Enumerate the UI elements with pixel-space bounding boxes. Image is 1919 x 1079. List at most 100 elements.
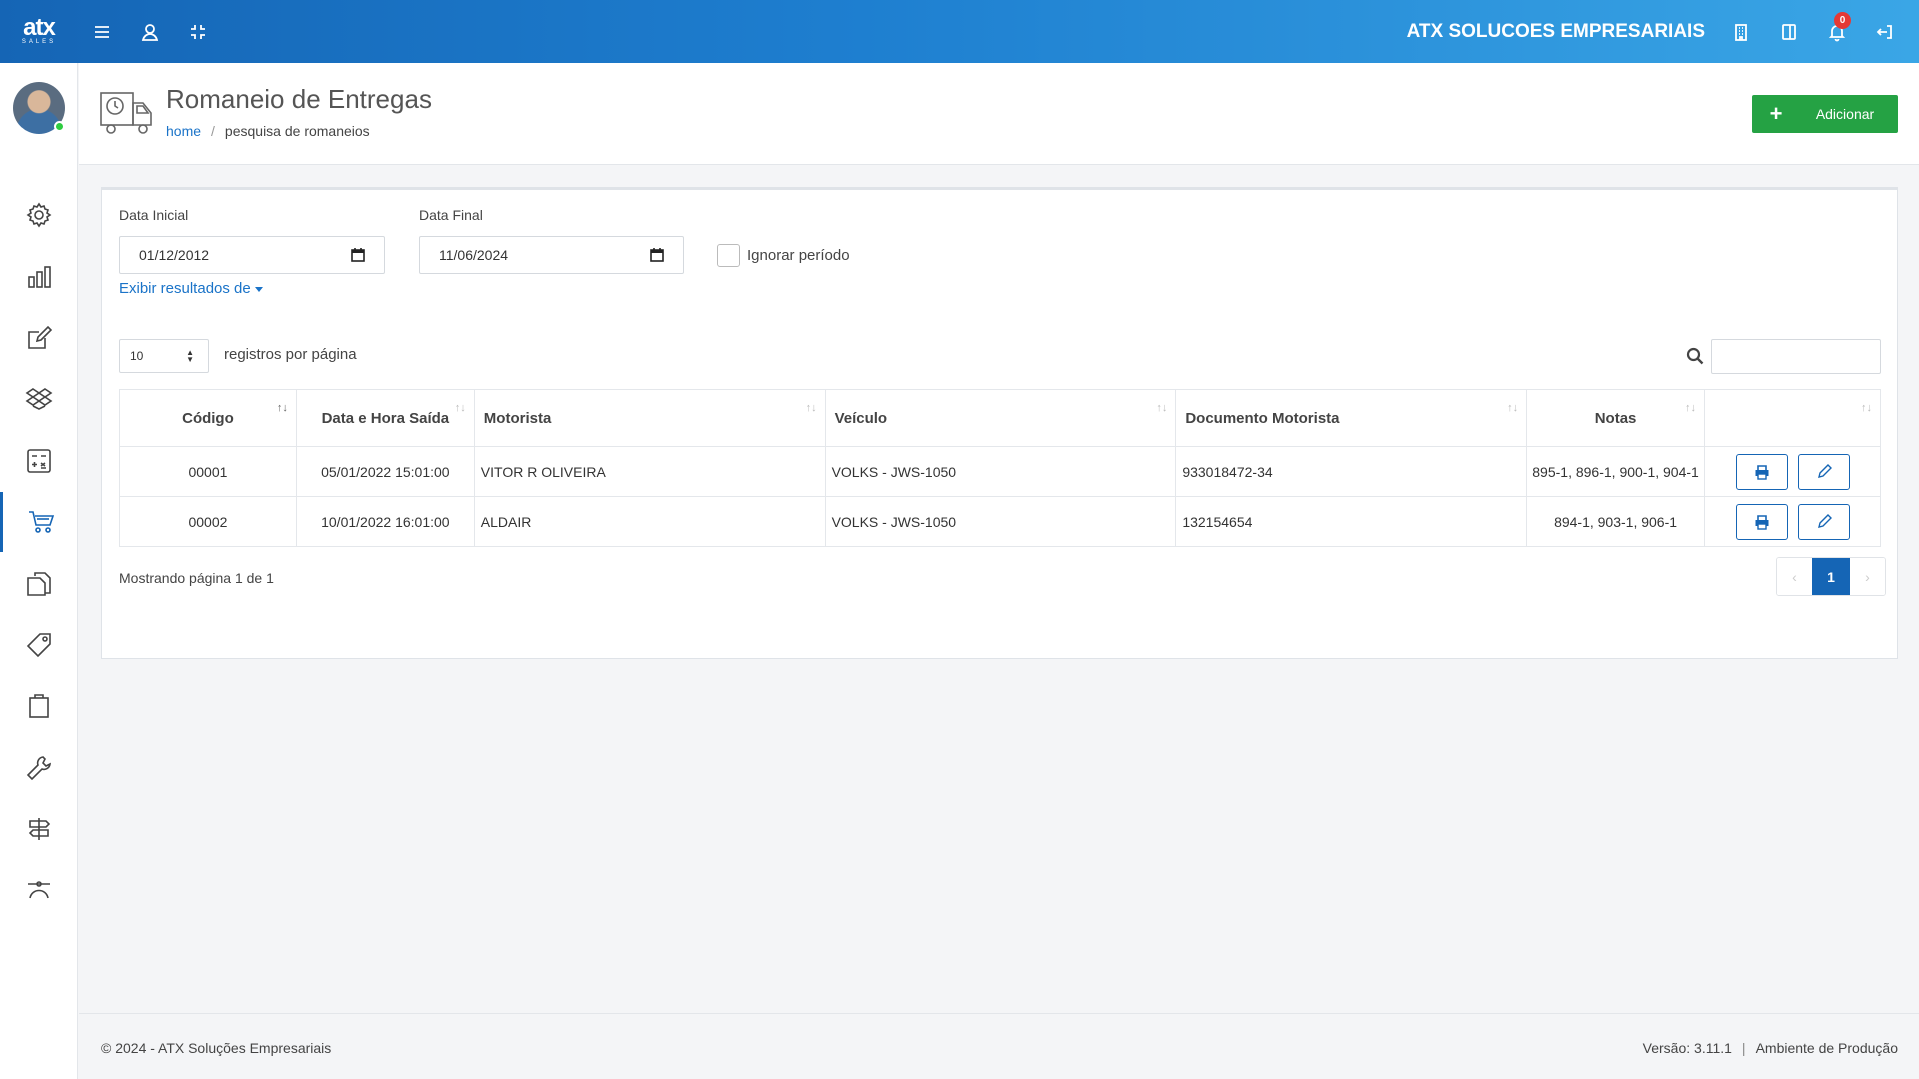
ignorar-periodo-label[interactable]: Ignorar período bbox=[747, 247, 850, 264]
sidebar-item-tags[interactable] bbox=[0, 615, 78, 675]
breadcrumb: home / pesquisa de romaneios bbox=[166, 123, 370, 139]
sort-icon: ↑↓ bbox=[1507, 402, 1519, 414]
logo-word: atx bbox=[23, 13, 56, 41]
column-header-label: Notas bbox=[1594, 409, 1637, 427]
plus-icon: + bbox=[1769, 101, 1783, 126]
sort-icon: ↑↓ bbox=[1861, 402, 1872, 414]
calendar-icon[interactable] bbox=[649, 247, 665, 263]
add-button-label: Adicionar bbox=[1815, 106, 1875, 122]
sidebar-item-orders[interactable] bbox=[0, 676, 78, 736]
print-button[interactable] bbox=[1735, 503, 1788, 540]
logout-icon[interactable] bbox=[1861, 0, 1909, 63]
sort-icon: ↑↓ bbox=[1685, 402, 1696, 414]
table-header-row: Código ↑↓ Data e Hora Saída ↑↓ Motorista ↑↓… bbox=[119, 389, 1881, 447]
sidebar-item-settings[interactable] bbox=[0, 185, 78, 245]
edit-button[interactable] bbox=[1797, 453, 1850, 490]
edit-button[interactable] bbox=[1797, 503, 1850, 540]
sidebar-item-tools[interactable] bbox=[0, 738, 78, 798]
logo-sub: SALES bbox=[21, 38, 57, 45]
cell-actions bbox=[1704, 446, 1881, 497]
next-page-button[interactable]: › bbox=[1850, 558, 1885, 595]
dropbox-icon bbox=[25, 388, 53, 410]
sort-asc-icon: ↑↓ bbox=[276, 402, 288, 414]
notification-button[interactable]: 0 bbox=[1813, 0, 1861, 63]
cell-motorista: ALDAIR bbox=[473, 496, 826, 547]
version: Versão: 3.11.1 bbox=[1642, 1040, 1732, 1056]
column-header-codigo[interactable]: Código ↑↓ bbox=[119, 389, 297, 447]
sort-arrows-icon: ▲ ▼ bbox=[186, 348, 194, 364]
wrench-icon bbox=[26, 756, 51, 781]
cell-codigo: 00001 bbox=[119, 446, 297, 497]
data-final-label: Data Final bbox=[419, 207, 483, 223]
prev-page-button[interactable]: ‹ bbox=[1777, 558, 1812, 595]
avatar[interactable] bbox=[13, 82, 65, 134]
sidebar-item-products[interactable] bbox=[0, 369, 78, 429]
sidebar-item-sales[interactable] bbox=[0, 492, 78, 552]
column-header-label: Data e Hora Saída bbox=[321, 409, 450, 427]
page-button-current[interactable]: 1 bbox=[1812, 558, 1850, 595]
cell-veiculo: VOLKS - JWS-1050 bbox=[824, 496, 1177, 547]
pagination: ‹ 1 › bbox=[1776, 557, 1886, 596]
pencil-icon bbox=[1817, 463, 1832, 478]
table-row: 00002 10/01/2022 16:01:00 ALDAIR VOLKS -… bbox=[119, 496, 1881, 547]
sidebar-item-design[interactable] bbox=[0, 860, 78, 920]
per-page-select[interactable]: 10 ▲ ▼ bbox=[119, 339, 209, 373]
pencil-icon bbox=[1817, 513, 1832, 528]
logo[interactable]: atx SALES bbox=[0, 0, 78, 63]
breadcrumb-separator: / bbox=[211, 123, 215, 139]
column-header-motorista[interactable]: Motorista ↑↓ bbox=[473, 389, 826, 447]
search-icon bbox=[1686, 347, 1704, 365]
column-header-data[interactable]: Data e Hora Saída ↑↓ bbox=[295, 389, 475, 447]
column-header-notas[interactable]: Notas ↑↓ bbox=[1526, 389, 1705, 447]
print-icon bbox=[1755, 514, 1768, 530]
sidebar-item-documents[interactable] bbox=[0, 554, 78, 614]
search-card: Data Inicial 01/12/2012 Data Final 11/06… bbox=[101, 187, 1898, 659]
data-final-input[interactable]: 11/06/2024 bbox=[419, 236, 684, 274]
building-icon[interactable] bbox=[1717, 0, 1765, 63]
pagination-info: Mostrando página 1 de 1 bbox=[119, 570, 274, 586]
cell-documento: 933018472-34 bbox=[1175, 446, 1528, 497]
print-icon bbox=[1755, 464, 1768, 480]
column-header-label: Motorista bbox=[483, 409, 552, 427]
column-header-label: Veículo bbox=[834, 409, 888, 427]
truck-icon bbox=[100, 92, 152, 134]
per-page-label: registros por página bbox=[224, 346, 357, 363]
sidebar-item-edit[interactable] bbox=[0, 308, 78, 368]
sidebar-item-reports[interactable] bbox=[0, 247, 78, 307]
panel-icon[interactable] bbox=[1765, 0, 1813, 63]
per-page-value: 10 bbox=[130, 349, 144, 363]
bar-chart-icon bbox=[28, 266, 51, 288]
column-header-veiculo[interactable]: Veículo ↑↓ bbox=[824, 389, 1177, 447]
add-button[interactable]: + Adicionar bbox=[1752, 95, 1898, 133]
cell-actions bbox=[1704, 496, 1881, 547]
column-header-actions[interactable]: ↑↓ bbox=[1704, 389, 1881, 447]
ignorar-periodo-checkbox[interactable] bbox=[717, 244, 740, 267]
search-input[interactable] bbox=[1711, 339, 1881, 374]
column-header-documento[interactable]: Documento Motorista ↑↓ bbox=[1175, 389, 1528, 447]
menu-icon[interactable] bbox=[78, 0, 126, 63]
cell-motorista: VITOR R OLIVEIRA bbox=[473, 446, 826, 497]
company-name: ATX SOLUCOES EMPRESARIAIS bbox=[1406, 20, 1705, 42]
calendar-icon[interactable] bbox=[350, 247, 366, 263]
sort-icon: ↑↓ bbox=[805, 402, 817, 414]
data-inicial-input[interactable]: 01/12/2012 bbox=[119, 236, 385, 274]
breadcrumb-home-link[interactable]: home bbox=[166, 123, 201, 139]
edit-icon bbox=[28, 325, 53, 349]
compress-icon[interactable] bbox=[174, 0, 222, 63]
column-header-label: Código bbox=[182, 409, 234, 427]
footer: © 2024 - ATX Soluções Empresariais Versã… bbox=[79, 1013, 1919, 1079]
data-inicial-label: Data Inicial bbox=[119, 207, 189, 223]
environment: Ambiente de Produção bbox=[1755, 1040, 1898, 1056]
caret-down-icon bbox=[254, 286, 263, 292]
cell-data: 05/01/2022 15:01:00 bbox=[295, 446, 475, 497]
exibir-resultados-dropdown[interactable]: Exibir resultados de bbox=[119, 280, 263, 297]
cell-data: 10/01/2022 16:01:00 bbox=[295, 496, 475, 547]
notification-badge: 0 bbox=[1834, 12, 1851, 29]
sidebar-item-routes[interactable] bbox=[0, 799, 78, 859]
tag-icon bbox=[26, 633, 51, 658]
user-icon[interactable] bbox=[126, 0, 174, 63]
sidebar-item-calculator[interactable] bbox=[0, 431, 78, 491]
print-button[interactable] bbox=[1735, 453, 1788, 490]
top-bar: atx SALES ATX SOLUCOES EMPRESARIAIS 0 bbox=[0, 0, 1919, 63]
table-row: 00001 05/01/2022 15:01:00 VITOR R OLIVEI… bbox=[119, 446, 1881, 497]
